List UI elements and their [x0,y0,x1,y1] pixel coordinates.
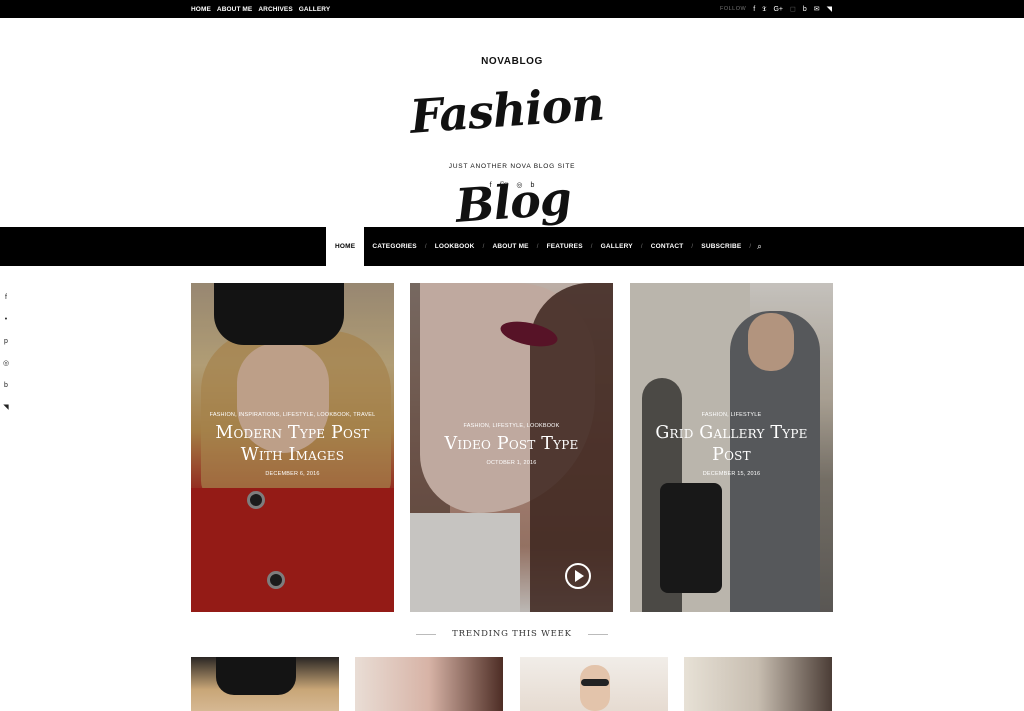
play-icon[interactable] [565,563,591,589]
featured-post-card[interactable]: FASHION, LIFESTYLE Grid Gallery Type Pos… [630,283,833,612]
pinterest-icon[interactable]: p [2,336,10,346]
google-plus-icon[interactable]: G+ [773,6,783,13]
nav-search[interactable]: ⌕ [751,227,762,266]
nav-label: FEATURES [546,243,583,250]
post-overlay: FASHION, INSPIRATIONS, LIFESTYLE, LOOKBO… [191,412,394,477]
instagram-icon[interactable]: ◎ [516,182,522,189]
thumbnail-image [580,665,610,711]
nav-item-home[interactable]: HOME [326,227,365,266]
trending-thumbnail[interactable] [520,657,668,711]
nav-item-contact[interactable]: CONTACT / [643,227,694,266]
post-image [214,283,344,345]
trending-heading: TRENDING THIS WEEK [0,627,1024,641]
nav-item-categories[interactable]: CATEGORIES / [364,227,426,266]
post-image [498,317,560,351]
nav-item-subscribe[interactable]: SUBSCRIBE / [693,227,751,266]
site-tagline: JUST ANOTHER NOVA BLOG SITE [448,163,576,170]
follow-label: FOLLOW [719,6,747,12]
post-image [420,283,595,513]
site-logo[interactable]: Fashion Blog [360,64,660,232]
main-nav: HOME CATEGORIES / LOOKBOOK / ABOUT ME / FEA… [0,227,1024,266]
nav-label: ABOUT ME [492,243,529,250]
post-title[interactable]: Video Post Type [410,433,613,455]
nav-label: SUBSCRIBE [701,243,742,250]
facebook-icon[interactable]: f [753,6,755,13]
trending-thumbnail[interactable] [355,657,503,711]
top-link-archives[interactable]: ARCHIVES [258,6,292,13]
post-categories[interactable]: FASHION, LIFESTYLE, LOOKBOOK [410,423,613,429]
instagram-icon[interactable]: ◻ [790,6,796,13]
divider-line [587,633,608,635]
post-categories[interactable]: FASHION, LIFESTYLE [630,412,833,418]
twitter-icon[interactable]: • [2,314,10,324]
post-image [660,483,722,593]
post-date: DECEMBER 15, 2016 [702,471,761,477]
nav-item-features[interactable]: FEATURES / [539,227,593,266]
rss-icon[interactable]: ◥ [2,402,10,412]
side-social-bar: f • p ◎ b ◥ [2,292,10,412]
header-social: f 🐦︎ ◎ b [0,182,1024,189]
nav-label: LOOKBOOK [434,243,475,250]
nav-label: HOME [335,243,356,250]
post-title[interactable]: Modern Type Post With Images [191,422,394,466]
nav-label: CONTACT [650,243,684,250]
nav-label: CATEGORIES [372,243,417,250]
top-link-home[interactable]: HOME [191,6,211,13]
thumbnail-image [216,657,296,695]
top-link-about-me[interactable]: ABOUT ME [217,6,252,13]
post-image [247,491,265,509]
featured-post-card[interactable]: FASHION, INSPIRATIONS, LIFESTYLE, LOOKBO… [191,283,394,612]
trending-label: TRENDING THIS WEEK [452,629,572,639]
top-follow: FOLLOW f 𝕿 G+ ◻ b ✉ ◥ [720,0,832,18]
facebook-icon[interactable]: f [490,182,492,189]
bloglovin-icon[interactable]: b [2,380,10,390]
divider-line [416,633,437,635]
top-link-gallery[interactable]: GALLERY [299,6,331,13]
instagram-icon[interactable]: ◎ [2,358,10,368]
twitter-icon[interactable]: 𝕿 [762,6,766,13]
post-date: DECEMBER 6, 2016 [265,471,320,477]
facebook-icon[interactable]: f [2,292,10,302]
top-bar: HOME ABOUT ME ARCHIVES GALLERY FOLLOW f … [0,0,1024,18]
search-icon[interactable]: ⌕ [751,242,762,252]
nav-label: GALLERY [600,243,633,250]
nav-item-about-me[interactable]: ABOUT ME / [484,227,538,266]
bloglovin-icon[interactable]: b [803,6,807,13]
post-image [191,488,394,612]
twitter-icon[interactable]: 🐦︎ [500,182,509,189]
thumbnail-image [581,679,609,686]
featured-post-card[interactable]: FASHION, LIFESTYLE, LOOKBOOK Video Post … [410,283,613,612]
nav-item-lookbook[interactable]: LOOKBOOK / [427,227,485,266]
post-categories[interactable]: FASHION, INSPIRATIONS, LIFESTYLE, LOOKBO… [191,412,394,418]
bloglovin-icon[interactable]: b [531,182,535,189]
post-title[interactable]: Grid Gallery Type Post [630,422,833,466]
post-date: OCTOBER 1, 2016 [486,460,537,466]
trending-thumbnail[interactable] [684,657,832,711]
post-overlay: FASHION, LIFESTYLE, LOOKBOOK Video Post … [410,423,613,466]
email-icon[interactable]: ✉ [814,6,820,13]
nav-item-gallery[interactable]: GALLERY / [593,227,643,266]
rss-icon[interactable]: ◥ [827,6,832,13]
top-nav: HOME ABOUT ME ARCHIVES GALLERY [191,0,330,18]
post-overlay: FASHION, LIFESTYLE Grid Gallery Type Pos… [630,412,833,477]
post-image [748,313,794,371]
trending-thumbnail[interactable] [191,657,339,711]
post-image [267,571,285,589]
post-image [410,513,520,612]
